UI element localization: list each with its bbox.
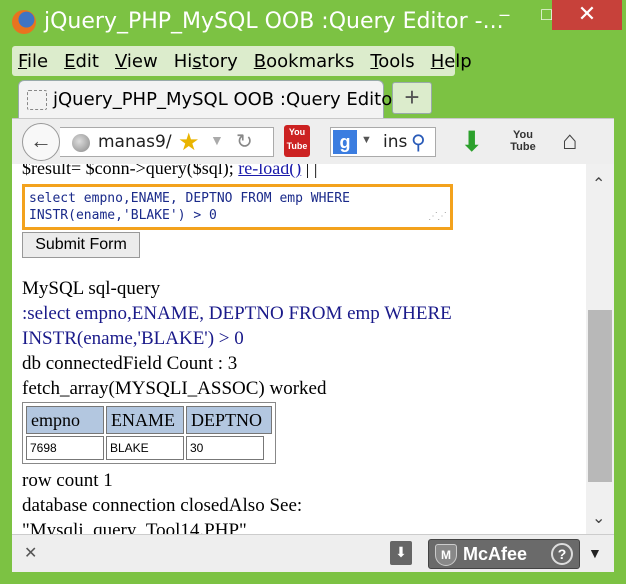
url-dropdown-icon[interactable]: ▼ xyxy=(210,132,224,148)
fetch-status-text: fetch_array(MYSQLI_ASSOC) worked xyxy=(22,378,327,399)
table-row: 7698 BLAKE 30 xyxy=(25,435,273,461)
tab-query-editor[interactable]: jQuery_PHP_MySQL OOB :Query Editor xyxy=(18,80,400,118)
table-header-cell: DEPTNO xyxy=(186,406,272,434)
sql-query-echo-line-1: :select empno,ENAME, DEPTNO FROM emp WHE… xyxy=(22,303,452,324)
chevron-down-icon[interactable]: ▼ xyxy=(588,545,602,561)
search-engine-dropdown-icon[interactable]: ▼ xyxy=(361,134,372,146)
youtube-addon-icon[interactable]: You Tube xyxy=(284,125,310,157)
close-icon[interactable]: ✕ xyxy=(24,543,37,563)
resize-grip-icon[interactable]: ⋰⋰ xyxy=(428,208,447,225)
bookmark-star-icon[interactable]: ★ xyxy=(178,128,200,157)
close-window-button[interactable]: ✕ xyxy=(552,0,622,30)
mcafee-button[interactable]: M McAfee ? xyxy=(428,539,580,569)
new-tab-button[interactable]: + xyxy=(392,82,432,114)
bottom-toolbar: ✕ ⬇ M McAfee ? ▼ xyxy=(12,534,614,572)
field-count-text: db connectedField Count : 3 xyxy=(22,353,238,374)
menu-item-history[interactable]: History xyxy=(174,51,238,72)
sql-query-textarea[interactable]: select empno,ENAME, DEPTNO FROM emp WHER… xyxy=(22,184,453,230)
search-box[interactable]: g ▼ ins ⚲ xyxy=(330,127,436,157)
table-cell: 30 xyxy=(186,436,264,460)
globe-icon xyxy=(72,134,90,152)
scroll-up-icon[interactable]: ⌃ xyxy=(592,174,605,194)
google-icon[interactable]: g xyxy=(333,130,357,154)
page-icon xyxy=(27,90,47,110)
title-bar: jQuery_PHP_MySQL OOB :Query Editor -... … xyxy=(0,0,626,44)
mcafee-shield-icon: M xyxy=(435,544,457,566)
menu-item-view[interactable]: View xyxy=(115,51,158,72)
tab-label: jQuery_PHP_MySQL OOB :Query Editor xyxy=(53,89,400,110)
menu-bar: File Edit View History Bookmarks Tools Help xyxy=(12,46,472,76)
mcafee-label: McAfee xyxy=(463,544,528,564)
result-table: empno ENAME DEPTNO 7698 BLAKE 30 xyxy=(22,402,276,464)
vertical-scrollbar[interactable]: ⌃ ⌄ xyxy=(586,164,614,534)
code-suffix: | | xyxy=(301,164,318,178)
scroll-thumb[interactable] xyxy=(588,310,612,482)
connection-closed-text: database connection closedAlso See: xyxy=(22,495,303,516)
navigation-bar: ← manas9/l ★ ▼ ↻ You Tube g ▼ ins ⚲ ⬇ You… xyxy=(12,118,614,164)
reload-link[interactable]: re-load() xyxy=(238,164,301,178)
window-title: jQuery_PHP_MySQL OOB :Query Editor -... xyxy=(44,9,504,34)
search-input[interactable]: ins xyxy=(383,132,407,152)
url-text[interactable]: manas9/l xyxy=(98,132,172,152)
youtube-icon[interactable]: You Tube xyxy=(510,129,536,157)
sql-query-text[interactable]: select empno,ENAME, DEPTNO FROM emp WHER… xyxy=(29,191,350,223)
url-bar[interactable]: manas9/l ★ ▼ ↻ xyxy=(60,127,274,157)
code-text: $result= $conn->query($sql); xyxy=(22,164,239,178)
download-icon[interactable]: ⬇ xyxy=(390,541,412,565)
download-arrow-icon[interactable]: ⬇ xyxy=(460,125,483,158)
menu-item-tools[interactable]: Tools xyxy=(370,51,414,72)
menu-item-help[interactable]: Help xyxy=(431,51,472,72)
help-icon[interactable]: ? xyxy=(551,543,573,565)
menu-item-edit[interactable]: Edit xyxy=(64,51,99,72)
home-icon[interactable]: ⌂ xyxy=(562,125,578,156)
firefox-logo-icon xyxy=(12,10,36,34)
table-cell: BLAKE xyxy=(106,436,184,460)
see-also-text: "Mysqli_query_Tool14.PHP" xyxy=(22,520,247,534)
sql-query-echo-line-2: INSTR(ename,'BLAKE') > 0 xyxy=(22,328,244,349)
sql-query-heading: MySQL sql-query xyxy=(22,278,161,299)
menu-item-bookmarks[interactable]: Bookmarks xyxy=(254,51,355,72)
table-header-row: empno ENAME DEPTNO xyxy=(25,405,273,435)
table-header-cell: empno xyxy=(26,406,104,434)
back-button[interactable]: ← xyxy=(22,123,60,161)
scroll-down-icon[interactable]: ⌄ xyxy=(592,508,605,528)
menu-item-file[interactable]: File xyxy=(18,51,48,72)
page-content: $result= $conn->query($sql); re-load() |… xyxy=(12,164,586,534)
code-line-partial: $result= $conn->query($sql); re-load() |… xyxy=(22,164,317,179)
search-icon[interactable]: ⚲ xyxy=(411,130,426,155)
table-header-cell: ENAME xyxy=(106,406,184,434)
reload-icon[interactable]: ↻ xyxy=(236,129,253,154)
minimize-button[interactable]: – xyxy=(482,0,527,30)
row-count-text: row count 1 xyxy=(22,470,113,491)
submit-form-button[interactable]: Submit Form xyxy=(22,232,140,258)
table-cell: 7698 xyxy=(26,436,104,460)
